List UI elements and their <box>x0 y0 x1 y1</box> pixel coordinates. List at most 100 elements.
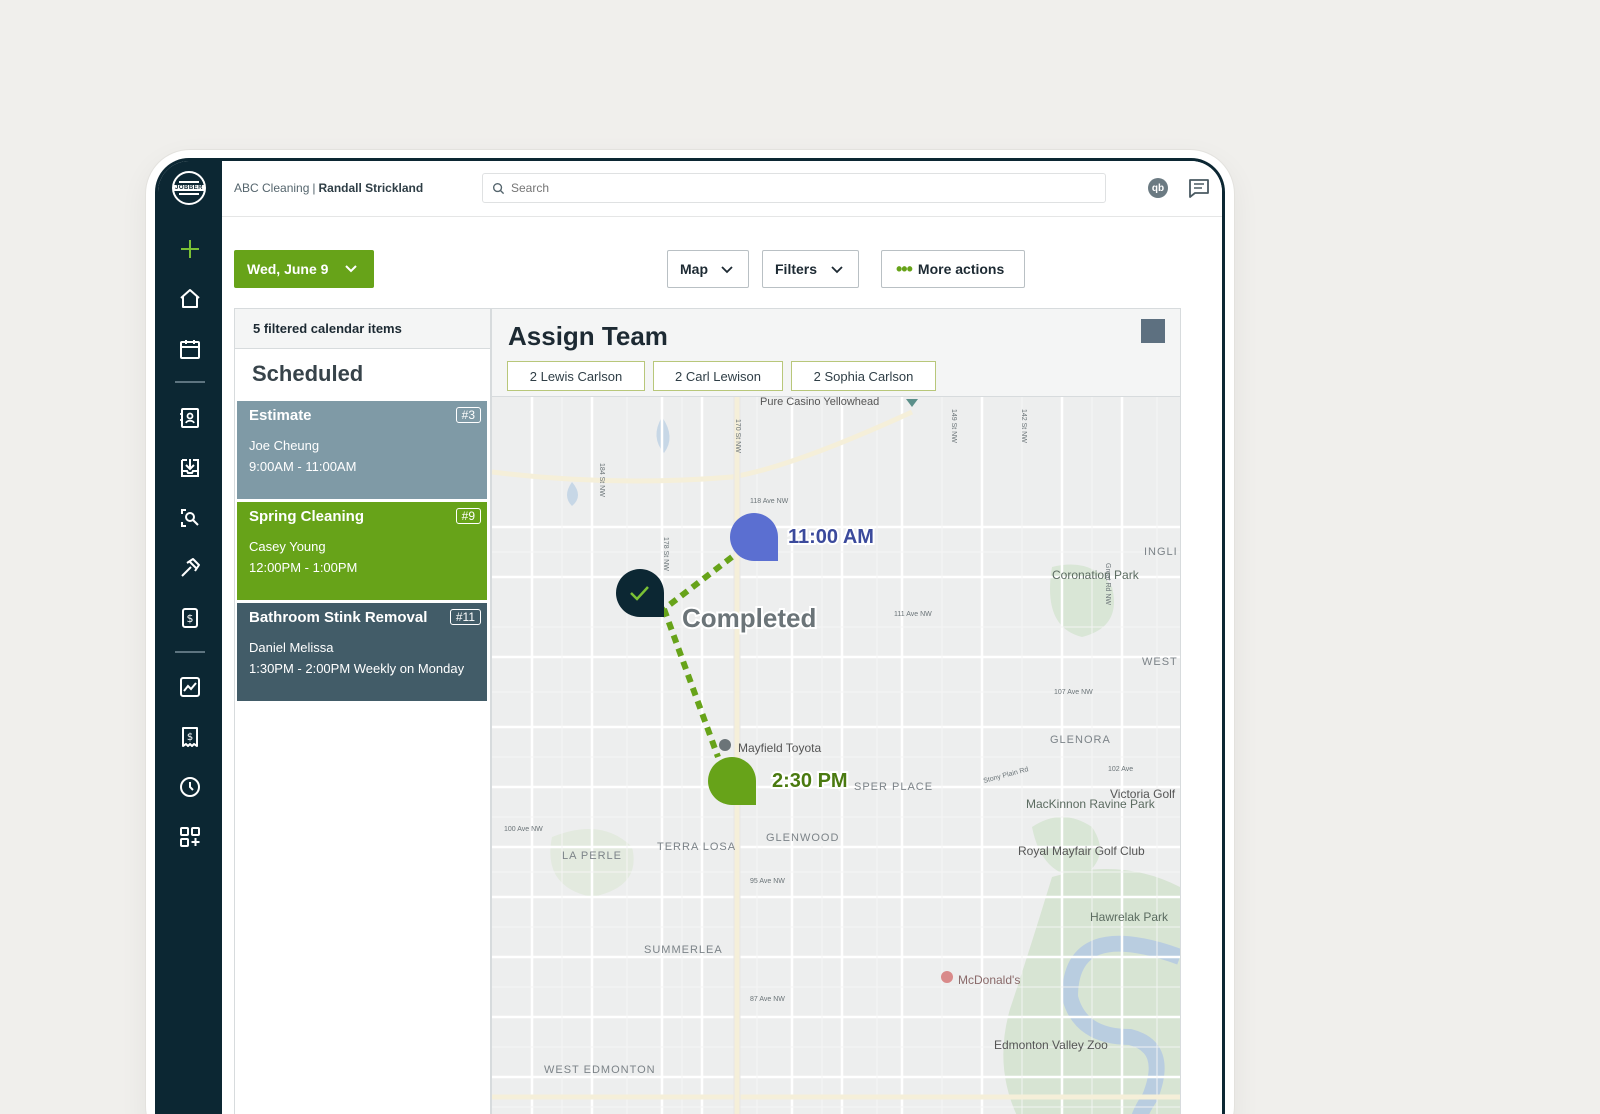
timesheets-icon[interactable] <box>176 773 204 801</box>
apps-icon[interactable] <box>176 823 204 851</box>
map-label: 102 Ave <box>1108 766 1133 773</box>
requests-icon[interactable] <box>176 454 204 482</box>
item-time: 9:00AM - 11:00AM <box>249 459 357 474</box>
map-label: GLENWOOD <box>766 832 839 844</box>
team-chip[interactable]: 2 Carl Lewison <box>653 361 783 391</box>
assign-team-header: Assign Team 2 Lewis Carlson 2 Carl Lewis… <box>492 309 1180 397</box>
map-label: SUMMERLEA <box>644 944 723 956</box>
item-time: 12:00PM - 1:00PM <box>249 560 358 575</box>
svg-text:$: $ <box>187 612 194 625</box>
lake <box>567 482 578 506</box>
green-location-marker[interactable] <box>708 757 756 805</box>
chevron-down-icon <box>721 266 733 274</box>
chevron-down-icon <box>345 265 357 273</box>
reports-icon[interactable] <box>176 673 204 701</box>
filters-label: Filters <box>775 261 818 277</box>
sidebar: JOBBER $ $ <box>158 161 222 1114</box>
search-box[interactable] <box>482 173 1106 203</box>
breadcrumb: ABC Cleaning | Randall Strickland <box>234 181 424 195</box>
map-label: SPER PLACE <box>854 781 933 793</box>
section-title: Scheduled <box>252 361 364 386</box>
jobber-logo[interactable]: JOBBER <box>172 171 206 205</box>
item-number-badge: #3 <box>455 407 481 423</box>
map-label: Coronation Park <box>1052 568 1140 582</box>
item-client: Joe Cheung <box>249 438 320 453</box>
map-label: McDonald's <box>958 973 1020 987</box>
search-input[interactable] <box>511 179 1081 197</box>
map-label: 111 Ave NW <box>894 611 932 618</box>
home-icon[interactable] <box>176 285 204 313</box>
quickbooks-icon[interactable]: qb <box>1148 178 1168 198</box>
item-number-badge: #9 <box>455 508 481 524</box>
map-label: 170 St NW <box>734 419 741 453</box>
company-name[interactable]: ABC Cleaning <box>234 181 309 195</box>
item-number-badge: #11 <box>449 609 481 625</box>
map-label: 149 St NW <box>950 409 957 443</box>
map-canvas[interactable]: Pure Casino Yellowhead Coronation Park I… <box>492 397 1180 1114</box>
item-client: Casey Young <box>249 539 326 554</box>
map-label: 95 Ave NW <box>750 878 785 885</box>
top-bar: ABC Cleaning|Randall Strickland qb <box>222 161 1222 217</box>
map-label: Edmonton Valley Zoo <box>994 1038 1108 1052</box>
map-label: WEST <box>1142 656 1178 668</box>
blue-location-marker[interactable] <box>730 513 778 561</box>
messages-icon[interactable] <box>1188 178 1210 198</box>
plus-icon[interactable] <box>176 235 204 263</box>
map-panel: Assign Team 2 Lewis Carlson 2 Carl Lewis… <box>491 308 1181 1114</box>
more-dots-icon: ••• <box>896 259 913 279</box>
map-label: Groat Rd NW <box>1104 563 1111 605</box>
map-label: MacKinnon Ravine Park <box>1026 797 1156 811</box>
calendar-list-panel: 5 filtered calendar items Scheduled Esti… <box>234 308 491 1114</box>
calendar-icon[interactable] <box>176 335 204 363</box>
marker-time-label: 2:30 PM <box>772 770 848 792</box>
map-label: TERRA LOSA <box>657 841 736 853</box>
map-label: INGLI <box>1144 546 1178 558</box>
map-view-button[interactable]: Map <box>667 250 749 288</box>
map-label: Hawrelak Park <box>1090 910 1169 924</box>
svg-text:$: $ <box>187 732 193 743</box>
map-svg: Pure Casino Yellowhead Coronation Park I… <box>492 397 1180 1114</box>
map-label: Royal Mayfair Golf Club <box>1018 844 1145 858</box>
expenses-icon[interactable]: $ <box>176 723 204 751</box>
search-icon <box>492 182 505 195</box>
map-label: 100 Ave NW <box>504 826 543 833</box>
map-label: 107 Ave NW <box>1054 689 1093 696</box>
date-picker-button[interactable]: Wed, June 9 <box>234 250 374 288</box>
more-actions-label: More actions <box>917 261 1005 277</box>
map-label: Pure Casino Yellowhead <box>760 397 879 408</box>
map-view-label: Map <box>680 261 708 277</box>
item-title: Spring Cleaning <box>249 508 365 525</box>
item-time: 1:30PM - 2:00PM Weekly on Monday <box>249 661 465 676</box>
calendar-item-card[interactable]: Estimate #3 Joe Cheung 9:00AM - 11:00AM <box>237 401 487 499</box>
team-chip[interactable]: 2 Lewis Carlson <box>507 361 645 391</box>
calendar-item-card[interactable]: Spring Cleaning #9 Casey Young 12:00PM -… <box>237 502 487 600</box>
filters-button[interactable]: Filters <box>762 250 859 288</box>
user-name[interactable]: Randall Strickland <box>319 181 424 195</box>
calendar-item-card[interactable]: Bathroom Stink Removal #11 Daniel Meliss… <box>237 603 487 701</box>
completed-marker[interactable] <box>616 569 664 617</box>
map-label: 142 St NW <box>1020 409 1027 443</box>
clients-icon[interactable] <box>176 404 204 432</box>
jobs-icon[interactable] <box>176 554 204 582</box>
map-label: Mayfield Toyota <box>738 741 821 755</box>
more-actions-button[interactable]: ••• More actions <box>881 250 1025 288</box>
map-label: WEST EDMONTON <box>544 1064 656 1076</box>
item-title: Estimate <box>249 407 312 424</box>
panel-toggle-icon[interactable] <box>1141 319 1165 343</box>
map-label: LA PERLE <box>562 850 622 862</box>
map-label: 118 Ave NW <box>750 498 789 505</box>
map-label: 87 Ave NW <box>750 996 785 1003</box>
map-poi-icon <box>941 971 953 983</box>
map-label: 184 St NW <box>598 463 605 497</box>
quotes-icon[interactable] <box>176 504 204 532</box>
sidebar-divider <box>175 651 205 653</box>
chevron-down-icon <box>831 266 843 274</box>
logo-text: JOBBER <box>173 185 206 191</box>
app-screen: JOBBER $ $ ABC Cleaning | Randall Strick… <box>155 158 1225 1114</box>
invoices-icon[interactable]: $ <box>176 604 204 632</box>
assign-team-title: Assign Team <box>508 321 668 351</box>
map-label: GLENORA <box>1050 734 1111 746</box>
team-chip[interactable]: 2 Sophia Carlson <box>791 361 936 391</box>
map-poi-icon <box>906 399 918 407</box>
filtered-count: 5 filtered calendar items <box>235 309 490 349</box>
